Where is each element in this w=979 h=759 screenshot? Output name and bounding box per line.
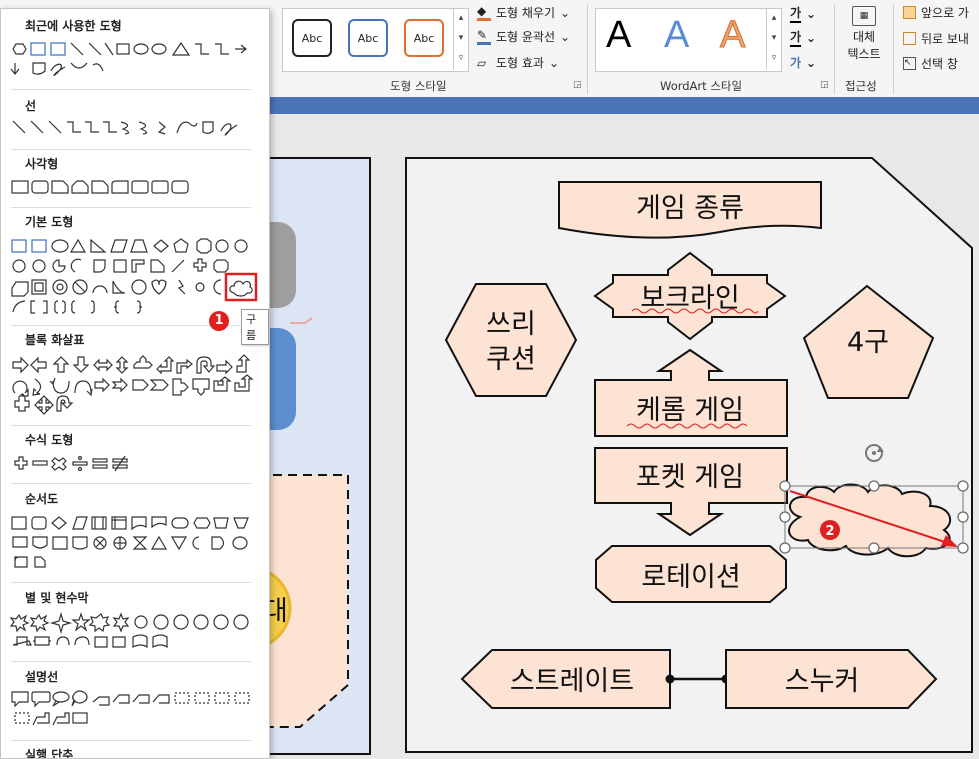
recent-shapes-row[interactable] xyxy=(10,41,247,76)
send-backward-label: 뒤로 보내 xyxy=(921,32,969,46)
alt-text-label-2: 텍스트 xyxy=(847,47,881,61)
step-2-number: 2 xyxy=(825,524,834,539)
category-lines: 선 xyxy=(25,99,37,113)
basic-shapes-row-3[interactable] xyxy=(11,279,222,297)
category-callouts: 설명선 xyxy=(25,670,59,684)
send-backward-button[interactable]: 뒤로 보내 xyxy=(903,30,969,47)
block-arrow-shapes[interactable] xyxy=(12,354,254,415)
rotation-text: 로테이션 xyxy=(641,562,740,593)
basic-shapes-row-1[interactable] xyxy=(11,238,248,254)
chevron-down-icon: ⌄ xyxy=(806,55,817,70)
paint-bucket-icon: ◆ xyxy=(477,4,491,21)
shape-outline-label: 도형 윤곽선 xyxy=(496,30,556,44)
chevron-down-icon: ⌄ xyxy=(548,55,560,70)
shape-fill-label: 도형 채우기 xyxy=(496,6,556,20)
category-recent: 최근에 사용한 도형 xyxy=(25,19,122,33)
text-fill-button[interactable]: 가 ⌄ xyxy=(790,4,816,23)
shape-gallery-icons xyxy=(9,41,258,726)
category-separator xyxy=(11,89,251,90)
category-separator xyxy=(11,483,251,484)
connector-end-point xyxy=(665,674,675,684)
text-outline-button[interactable]: 가 ⌄ xyxy=(790,28,816,47)
chevron-down-icon: ⌄ xyxy=(806,6,817,21)
shape-style-preset-1[interactable]: Abc xyxy=(292,19,332,57)
selection-pane-button[interactable]: ↖ 선택 창 xyxy=(903,55,958,72)
shape-effect-label: 도형 효과 xyxy=(496,56,544,70)
bring-forward-label: 앞으로 가 xyxy=(921,6,969,20)
chevron-down-icon: ⌄ xyxy=(560,29,571,44)
shape-style-preset-3[interactable]: Abc xyxy=(404,19,444,57)
wordart-style-orange[interactable]: A xyxy=(719,14,745,57)
chevron-down-icon: ⌄ xyxy=(806,30,817,45)
category-equation-shapes: 수식 도형 xyxy=(25,433,74,447)
category-rectangles: 사각형 xyxy=(25,157,59,171)
step-1-badge: 1 xyxy=(209,311,229,331)
category-separator xyxy=(11,661,251,662)
category-block-arrows: 블록 화살표 xyxy=(25,333,85,347)
three-cushion-text-2: 쿠션 xyxy=(486,344,536,375)
star-banner-shapes[interactable] xyxy=(9,611,249,649)
alt-text-label-1: 대체 xyxy=(852,30,876,44)
ribbon-separator xyxy=(834,4,835,94)
cloud-tooltip: 구름 xyxy=(241,309,269,345)
shape-style-preset-2[interactable]: Abc xyxy=(348,19,388,57)
straight-text: 스트레이트 xyxy=(510,666,634,697)
selection-pane-icon: ↖ xyxy=(903,57,916,70)
wordart-style-black[interactable]: A xyxy=(606,14,631,57)
alt-text-button[interactable]: ▦ 대체 텍스트 xyxy=(842,6,886,62)
shape-fill-button[interactable]: ◆ 도형 채우기 ⌄ xyxy=(477,4,570,21)
shapes-dropdown: 최근에 사용한 도형 선 사각형 기본 도형 블록 화살표 수식 도형 순서도 … xyxy=(0,8,270,759)
shape-effect-icon: ▱ xyxy=(477,55,487,70)
category-stars-banners: 별 및 현수막 xyxy=(25,591,89,605)
category-separator xyxy=(11,582,251,583)
shape-styles-group-label: 도형 스타일 xyxy=(390,79,447,93)
send-backward-icon xyxy=(903,32,916,45)
bring-forward-icon xyxy=(903,6,916,19)
pen-icon: ✎ xyxy=(477,28,491,45)
text-effect-glyph: 가 xyxy=(790,56,802,70)
gallery-scroll[interactable]: ▴ ▾ ▿ xyxy=(453,8,468,70)
alt-text-icon: ▦ xyxy=(852,6,876,26)
flowchart-shapes[interactable] xyxy=(11,516,249,568)
category-separator xyxy=(11,149,251,150)
four-ball-text: 4구 xyxy=(847,327,889,358)
pocket-game-text: 포켓 게임 xyxy=(636,462,744,493)
callout-shapes[interactable] xyxy=(11,690,250,726)
wordart-style-blue[interactable]: A xyxy=(664,14,689,57)
rectangle-shapes-row[interactable] xyxy=(11,180,189,194)
text-fill-glyph: 가 xyxy=(790,4,802,23)
borderline-text: 보크라인 xyxy=(640,283,739,314)
dialog-launcher-icon[interactable]: ◲ xyxy=(820,80,829,90)
wordart-gallery-scroll[interactable]: ▴ ▾ ▿ xyxy=(766,8,781,70)
text-effect-button[interactable]: 가 ⌄ xyxy=(790,54,816,71)
bring-forward-button[interactable]: 앞으로 가 xyxy=(903,4,969,21)
category-action-buttons: 실행 단추 xyxy=(25,748,74,759)
text-outline-glyph: 가 xyxy=(790,28,802,47)
ribbon-separator xyxy=(893,4,894,94)
category-basic-shapes: 기본 도형 xyxy=(25,215,74,229)
three-cushion-text-1: 쓰리 xyxy=(486,309,536,340)
wordart-group-label: WordArt 스타일 xyxy=(660,79,743,93)
dialog-launcher-icon[interactable]: ◲ xyxy=(573,80,582,90)
shape-outline-button[interactable]: ✎ 도형 윤곽선 ⌄ xyxy=(477,28,570,45)
cloud-icon[interactable] xyxy=(229,280,253,297)
line-shapes-row[interactable] xyxy=(12,120,238,136)
chevron-down-icon: ⌄ xyxy=(560,5,571,20)
category-separator xyxy=(11,425,251,426)
basic-shapes-row-2[interactable] xyxy=(12,258,229,273)
game-types-text: 게임 종류 xyxy=(636,193,744,224)
title-band xyxy=(270,97,979,114)
equation-shapes[interactable] xyxy=(14,455,128,472)
basic-shapes-row-4[interactable] xyxy=(12,300,142,314)
shape-effect-button[interactable]: ▱ 도형 효과 ⌄ xyxy=(477,54,559,71)
snooker-text: 스누커 xyxy=(785,666,860,697)
accessibility-group-label: 접근성 xyxy=(845,79,877,93)
category-flowchart: 순서도 xyxy=(25,492,59,506)
category-separator xyxy=(11,740,251,741)
category-separator xyxy=(11,207,251,208)
carom-game-text: 케롬 게임 xyxy=(636,395,744,426)
ribbon-separator xyxy=(587,4,588,94)
selection-pane-label: 선택 창 xyxy=(921,57,958,71)
